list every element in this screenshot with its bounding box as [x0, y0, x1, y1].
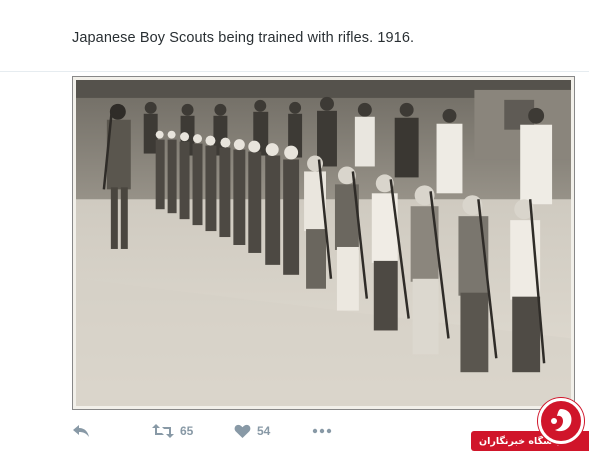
- divider: [0, 71, 589, 72]
- watermark-logo-icon: [538, 398, 584, 444]
- reply-button[interactable]: [72, 422, 152, 440]
- more-button[interactable]: [312, 422, 332, 440]
- more-dots-icon: [312, 422, 332, 440]
- tweet-photo[interactable]: [72, 76, 575, 410]
- tweet-text: Japanese Boy Scouts being trained with r…: [72, 30, 415, 46]
- heart-icon: [234, 422, 251, 440]
- reply-icon: [72, 422, 90, 440]
- retweet-count: 65: [180, 424, 194, 438]
- like-count: 54: [257, 424, 271, 438]
- retweet-icon: [152, 422, 174, 440]
- watermark-badge: باشگاه خبرنگاران: [452, 398, 589, 453]
- photo-illustration: [76, 80, 571, 406]
- like-button[interactable]: 54: [234, 422, 312, 440]
- tweet-actions: 65 54: [72, 421, 332, 441]
- retweet-button[interactable]: 65: [152, 422, 234, 440]
